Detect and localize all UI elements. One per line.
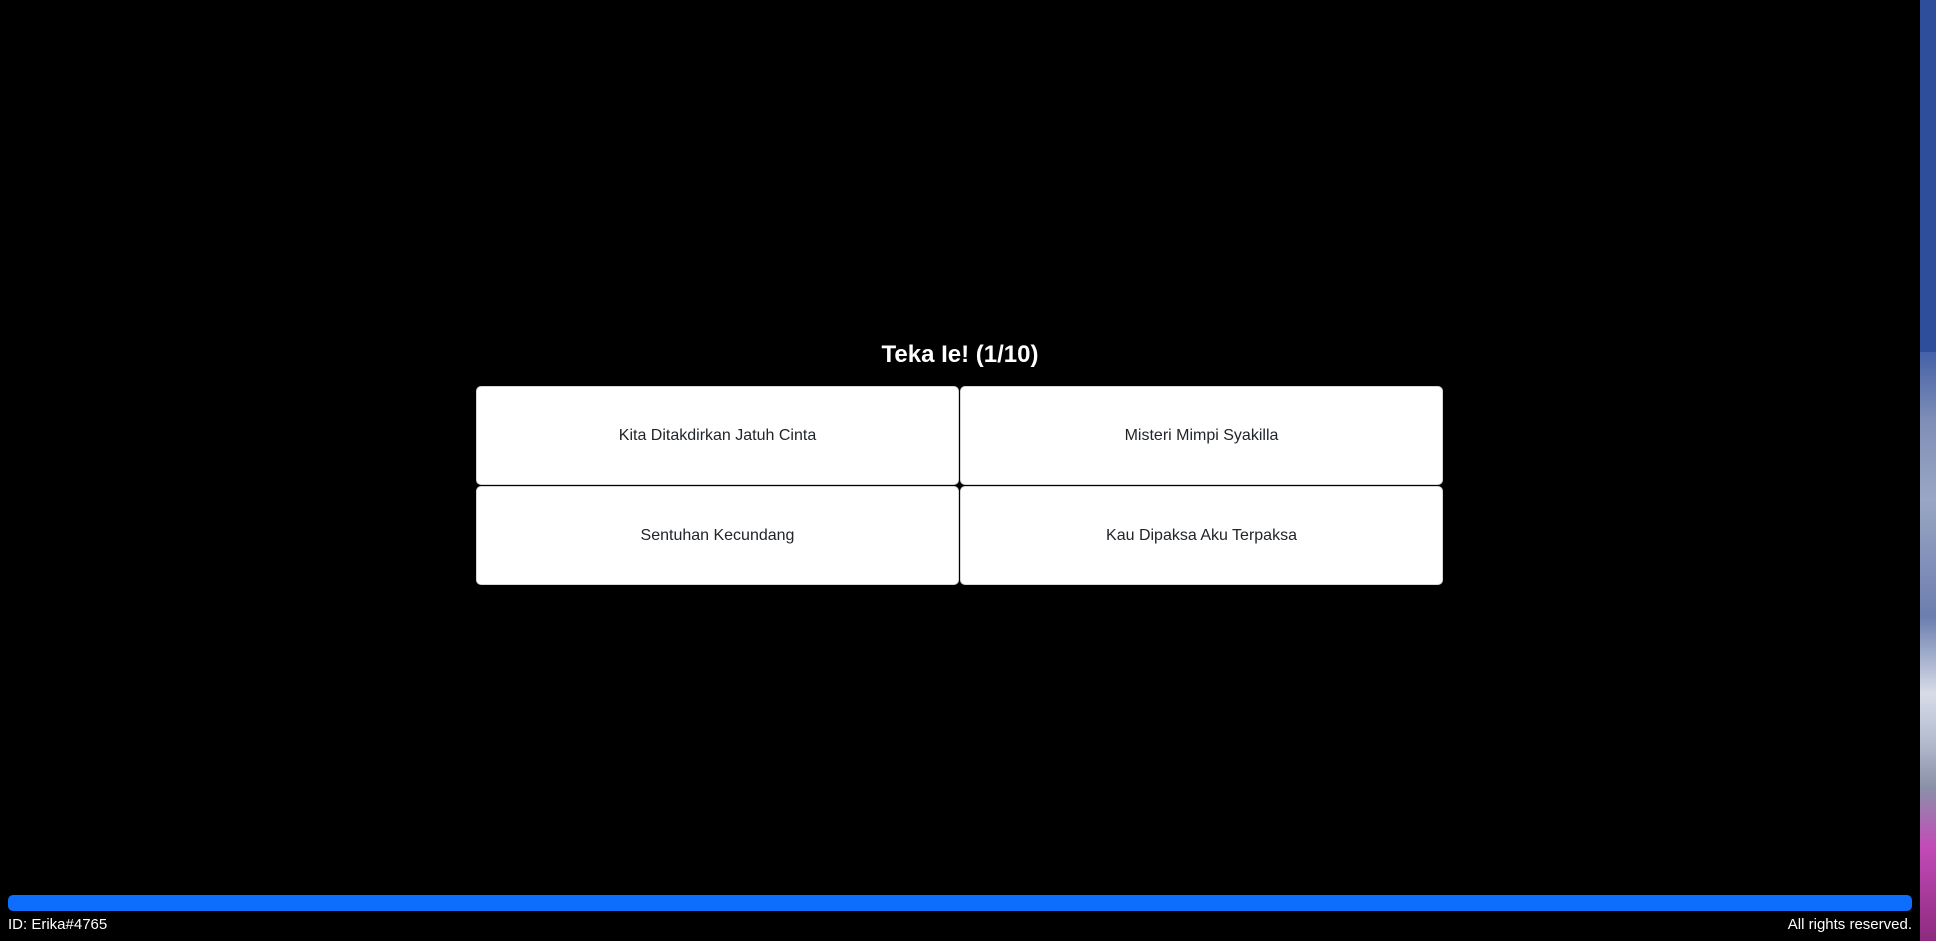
answer-options: Kita Ditakdirkan Jatuh Cinta Misteri Mim… [476, 386, 1444, 585]
answer-option[interactable]: Misteri Mimpi Syakilla [960, 386, 1443, 485]
footer-row: ID: Erika#4765 All rights reserved. [8, 916, 1912, 933]
footer: ID: Erika#4765 All rights reserved. [8, 895, 1912, 933]
background-window-strip [1920, 0, 1936, 941]
rights-text: All rights reserved. [1787, 916, 1912, 933]
progress-bar [8, 895, 1912, 911]
player-id: ID: Erika#4765 [8, 916, 108, 933]
quiz-title: Teka Ie! (1/10) [881, 341, 1039, 368]
answer-option[interactable]: Kita Ditakdirkan Jatuh Cinta [476, 386, 959, 485]
answer-option[interactable]: Kau Dipaksa Aku Terpaksa [960, 486, 1443, 585]
answer-option[interactable]: Sentuhan Kecundang [476, 486, 959, 585]
game-stage: Teka Ie! (1/10) Kita Ditakdirkan Jatuh C… [0, 0, 1920, 941]
background-photo [1920, 352, 1936, 941]
quiz-panel: Teka Ie! (1/10) Kita Ditakdirkan Jatuh C… [476, 340, 1444, 585]
